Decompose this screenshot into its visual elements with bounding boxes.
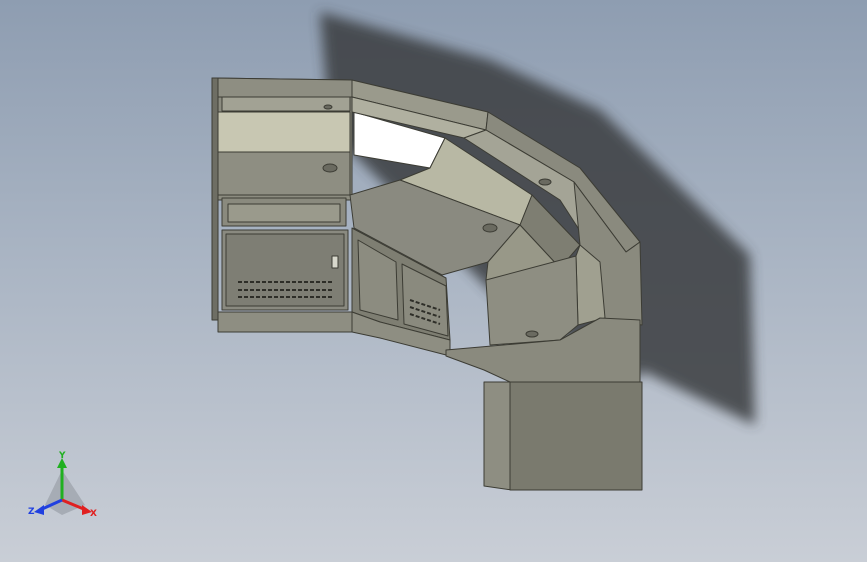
side-edge-left bbox=[211, 77, 219, 321]
cad-3d-viewport[interactable]: Y X Z bbox=[0, 0, 867, 562]
upper-panel-light bbox=[217, 111, 351, 153]
cable-grommet bbox=[322, 163, 338, 173]
cable-grommet bbox=[482, 223, 498, 233]
cable-grommet bbox=[525, 330, 539, 338]
pedestal-side bbox=[483, 381, 513, 491]
cabinet-base-left bbox=[217, 311, 353, 333]
top-rail-left bbox=[213, 77, 353, 98]
model-canvas[interactable]: Y X Z bbox=[0, 0, 867, 562]
z-axis-label: Z bbox=[28, 507, 35, 517]
pedestal-front bbox=[509, 381, 643, 491]
cable-grommet bbox=[538, 178, 552, 186]
drawer-slot bbox=[227, 203, 341, 223]
z-axis-arrow bbox=[34, 505, 44, 515]
upper-panel-mid bbox=[217, 151, 351, 196]
x-axis-label: X bbox=[90, 509, 97, 519]
axis-triad[interactable]: Y X Z bbox=[28, 451, 97, 519]
door-lock-icon[interactable] bbox=[331, 255, 339, 269]
cable-grommet bbox=[323, 104, 333, 110]
cabinet-door-inner bbox=[225, 233, 345, 307]
y-axis-label: Y bbox=[58, 451, 66, 461]
